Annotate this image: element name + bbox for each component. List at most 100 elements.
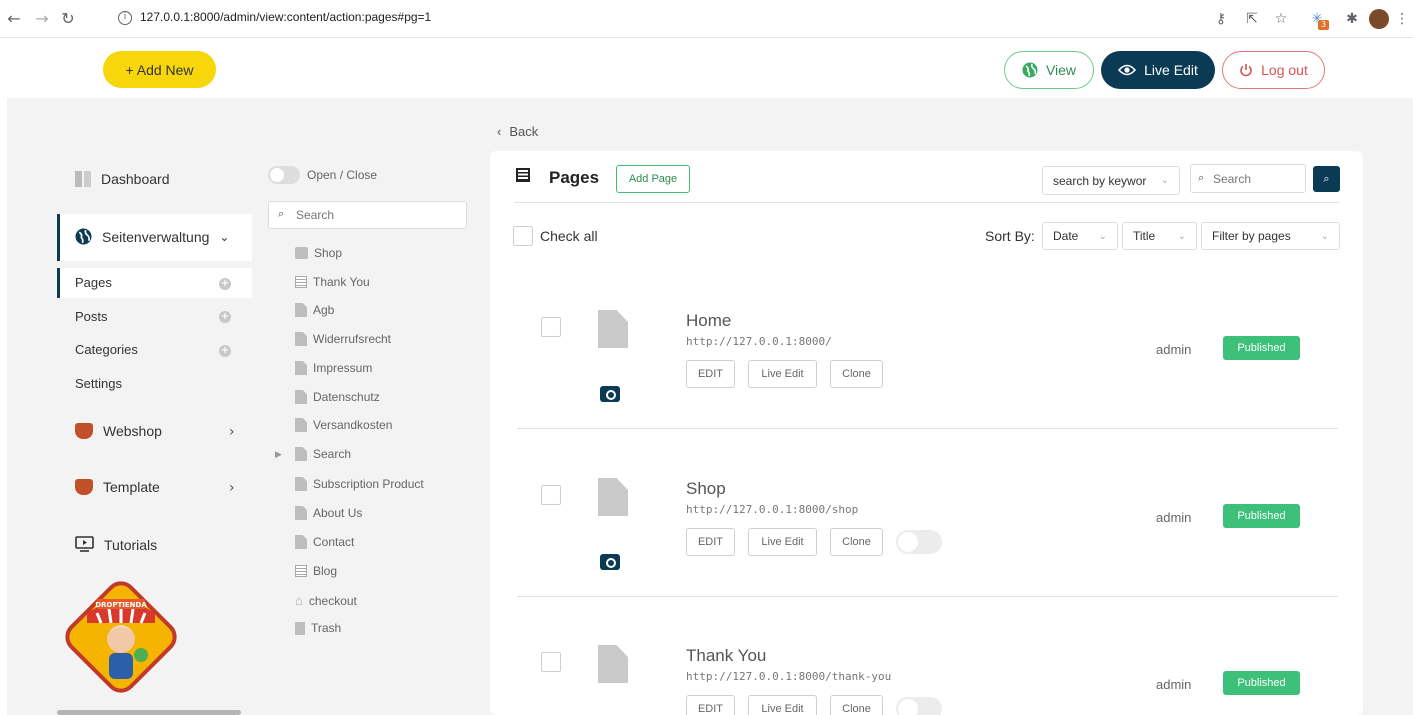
edit-button[interactable]: EDIT	[686, 695, 735, 715]
search-type-dropdown[interactable]: search by keywor ⌄	[1042, 166, 1180, 195]
sidebar-item-seitenverwaltung[interactable]: Seitenverwaltung ⌄	[75, 228, 229, 245]
profile-avatar[interactable]	[1369, 9, 1389, 29]
shop-icon	[75, 423, 93, 439]
live-edit-row-button[interactable]: Live Edit	[748, 695, 817, 715]
tree-item[interactable]: Widerrufsrecht	[295, 332, 391, 346]
tree-item[interactable]: Shop	[295, 246, 342, 260]
logout-button-label: Log out	[1261, 62, 1308, 78]
sort-title-dropdown[interactable]: Title ⌄	[1122, 222, 1197, 250]
search-icon: ⌕	[278, 207, 285, 220]
expand-caret-icon[interactable]: ▶	[275, 450, 282, 460]
menu-dots-icon[interactable]: ⋮	[1393, 10, 1411, 28]
add-page-button[interactable]: Add Page	[616, 165, 690, 193]
search-type-value: search by keywor	[1053, 173, 1147, 188]
share-icon[interactable]: ⇱	[1243, 10, 1261, 28]
filter-value: Filter by pages	[1212, 229, 1291, 243]
clone-button[interactable]: Clone	[830, 528, 883, 556]
shop-icon	[75, 479, 93, 495]
search-submit-button[interactable]: ⌕	[1313, 166, 1340, 192]
row-page-url[interactable]: http://127.0.0.1:8000/shop	[686, 503, 858, 516]
add-category-plus-icon[interactable]: +	[219, 345, 231, 357]
camera-icon[interactable]	[600, 386, 620, 402]
status-badge: Published	[1223, 336, 1300, 360]
edit-button[interactable]: EDIT	[686, 528, 735, 556]
sidebar-subitem-pages[interactable]: Pages	[75, 275, 112, 290]
tree-item[interactable]: Agb	[295, 303, 334, 317]
sidebar-item-label: Seitenverwaltung	[102, 228, 210, 245]
live-edit-row-button[interactable]: Live Edit	[748, 528, 817, 556]
row-page-url[interactable]: http://127.0.0.1:8000/	[686, 335, 832, 348]
clone-button[interactable]: Clone	[830, 695, 883, 715]
row-checkbox[interactable]	[541, 652, 561, 672]
camera-icon[interactable]	[600, 554, 620, 570]
add-post-plus-icon[interactable]: +	[219, 311, 231, 323]
home-icon: ⌂	[295, 593, 303, 608]
tree-item[interactable]: Subscription Product	[295, 477, 424, 491]
check-all-checkbox[interactable]	[513, 226, 533, 246]
sidebar-item-webshop[interactable]: Webshop	[75, 423, 162, 439]
tree-item-label: About Us	[313, 506, 363, 520]
chevron-down-icon: ⌄	[219, 229, 230, 244]
open-close-toggle[interactable]	[268, 166, 300, 184]
tree-item[interactable]: Impressum	[295, 361, 372, 375]
tree-item[interactable]: ⌂ checkout	[295, 593, 357, 608]
live-edit-row-button[interactable]: Live Edit	[748, 360, 817, 388]
row-page-title[interactable]: Home	[686, 311, 731, 331]
info-icon[interactable]: i	[118, 11, 132, 25]
clone-button[interactable]: Clone	[830, 360, 883, 388]
tree-item[interactable]: Search	[295, 447, 351, 461]
sidebar-item-template[interactable]: Template	[75, 479, 160, 495]
view-button[interactable]: View	[1004, 51, 1094, 89]
back-link[interactable]: ‹ Back	[497, 124, 538, 139]
logout-button[interactable]: Log out	[1222, 51, 1325, 89]
sidebar-subitem-settings[interactable]: Settings	[75, 376, 122, 391]
row-author: admin	[1156, 677, 1192, 692]
edit-button[interactable]: EDIT	[686, 360, 735, 388]
file-icon	[295, 477, 307, 491]
key-icon[interactable]: ⚷	[1212, 10, 1230, 28]
row-checkbox[interactable]	[541, 317, 561, 337]
live-edit-button[interactable]: Live Edit	[1101, 51, 1215, 89]
sidebar-scrollbar[interactable]	[57, 710, 241, 715]
tree-item[interactable]: About Us	[295, 506, 362, 520]
tree-item[interactable]: Thank You	[295, 275, 370, 289]
sidebar-item-label: Dashboard	[101, 171, 170, 187]
sidebar-subitem-label: Posts	[75, 309, 108, 324]
tree-item[interactable]: Versandkosten	[295, 418, 392, 432]
tree-item[interactable]: Blog	[295, 564, 337, 578]
tree-item[interactable]: Trash	[295, 621, 341, 635]
sidebar-subitem-categories[interactable]: Categories	[75, 342, 138, 357]
tree-item-label: Search	[313, 447, 352, 461]
chevron-right-icon: ›	[229, 480, 235, 496]
search-icon: ⌕	[1323, 172, 1330, 185]
svg-text:DROPTIENDA: DROPTIENDA	[95, 601, 147, 609]
tree-item-label: Versandkosten	[313, 418, 393, 432]
tree-item[interactable]: Contact	[295, 535, 354, 549]
reload-icon[interactable]: ↻	[58, 9, 78, 29]
sort-date-dropdown[interactable]: Date ⌄	[1042, 222, 1118, 250]
row-checkbox[interactable]	[541, 485, 561, 505]
row-toggle[interactable]	[896, 697, 942, 715]
add-new-button[interactable]: + Add New	[103, 51, 216, 88]
star-icon[interactable]: ☆	[1272, 10, 1290, 28]
sort-date-value: Date	[1053, 229, 1079, 243]
back-arrow-icon[interactable]: ←	[4, 9, 24, 29]
tree-item[interactable]: Datenschutz	[295, 390, 380, 404]
sidebar-item-dashboard[interactable]: Dashboard	[75, 171, 170, 187]
forward-arrow-icon[interactable]: →	[32, 9, 52, 29]
row-page-title[interactable]: Shop	[686, 479, 726, 499]
puzzle-icon[interactable]: ✱	[1343, 10, 1361, 28]
sidebar-item-tutorials[interactable]: Tutorials	[75, 536, 157, 553]
row-page-title[interactable]: Thank You	[686, 646, 766, 666]
back-link-label: Back	[509, 124, 539, 139]
file-icon	[295, 390, 307, 404]
droptienda-logo: DROPTIENDA	[57, 573, 185, 701]
row-page-url[interactable]: http://127.0.0.1:8000/thank-you	[686, 670, 891, 683]
chevron-right-icon: ›	[229, 424, 235, 440]
sidebar-subitem-posts[interactable]: Posts	[75, 309, 108, 324]
filter-pages-dropdown[interactable]: Filter by pages ⌄	[1201, 222, 1340, 250]
add-page-plus-icon[interactable]: +	[219, 278, 231, 290]
header-divider	[514, 202, 1339, 203]
tree-item-label: Impressum	[313, 361, 373, 375]
row-toggle[interactable]	[896, 530, 942, 554]
